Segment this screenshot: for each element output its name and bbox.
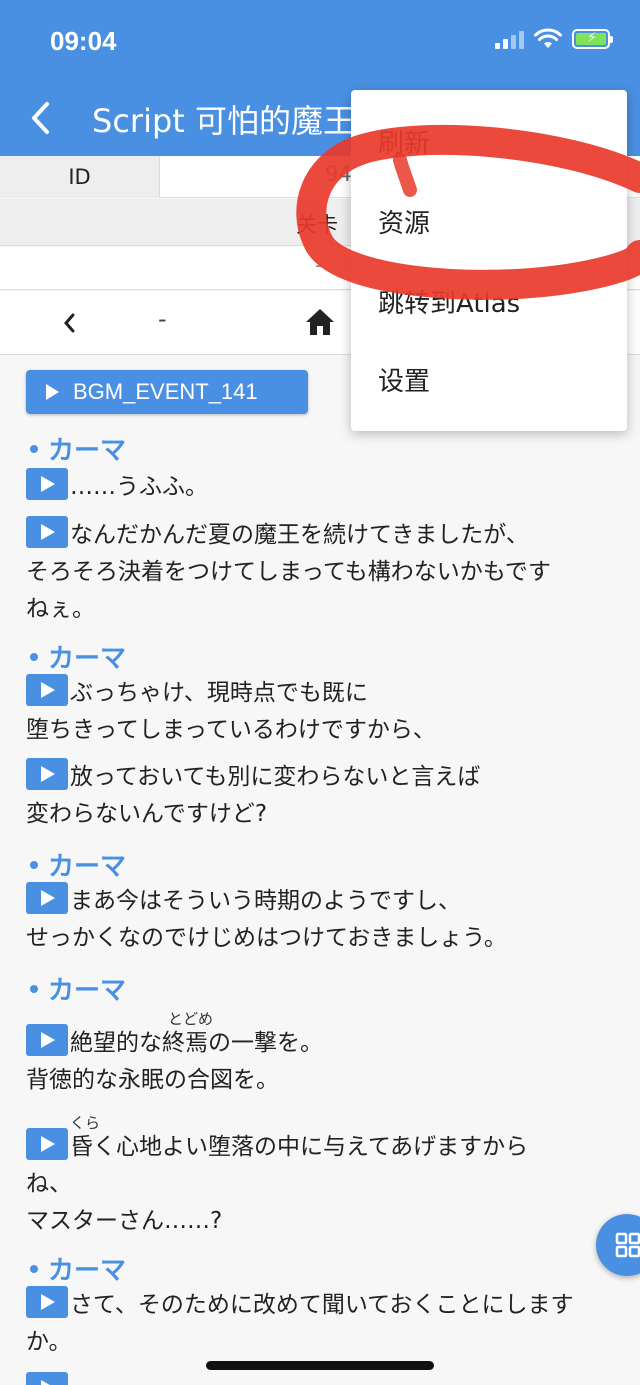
nav-dash: - [158,305,167,333]
dialogue-line: 昏く心地よい堕落の中に与えてあげますから ね、 マスターさん……? [26,1128,626,1240]
play-voice-button[interactable] [26,1286,68,1318]
dialogue-line: なんだかんだ夏の魔王を続けてきましたが、 そろそろ決着をつけてしまっても構わない… [26,516,626,628]
stage-label: 关卡 [296,213,338,237]
play-voice-button[interactable] [26,468,68,500]
speaker-name: カーマ [30,846,126,883]
status-icons: ⚡ [495,28,613,50]
chevron-left-icon [32,102,49,134]
dialogue-line: ぶっちゃけ、現時点でも既に 堕ちきってしまっているわけですから、 [26,674,626,749]
id-value: 94 [325,162,352,186]
speaker-name: カーマ [30,1250,126,1287]
grid-icon [615,1232,640,1258]
play-voice-button[interactable] [26,516,68,548]
dialogue-line: さて、そのために改めて聞いておくことにします か。 [26,1286,626,1361]
speaker-name: カーマ [30,970,126,1007]
dialogue-line: ……うふふ。 [26,468,626,506]
status-time: 09:04 [50,26,117,56]
menu-item-refresh[interactable]: 刷新 [351,102,627,180]
prev-button[interactable] [56,305,82,341]
dialogue-line [26,1372,626,1385]
menu-item-jump-atlas[interactable]: 跳转到Atlas [351,262,627,340]
play-voice-button[interactable] [26,1128,68,1160]
menu-item-settings[interactable]: 设置 [351,340,627,418]
bgm-label: BGM_EVENT_141 [73,379,258,404]
menu-item-resources[interactable]: 资源 [351,182,627,260]
dialogue-line: 放っておいても別に変わらないと言えば 変わらないんですけど? [26,758,626,833]
home-button[interactable] [303,305,337,339]
overflow-menu: 刷新 资源 跳转到Atlas 设置 [351,90,627,431]
page-title: Script 可怕的魔王 [92,102,355,140]
speaker-name: カーマ [30,430,126,467]
speaker-name: カーマ [30,638,126,675]
dialogue-line: 絶望的な終焉の一撃を。 背徳的な永眠の合図を。 [26,1024,626,1099]
play-voice-button[interactable] [26,1024,68,1056]
wifi-icon [534,28,562,48]
play-voice-button[interactable] [26,1372,68,1385]
bgm-button[interactable]: BGM_EVENT_141 [26,370,308,414]
chevron-left-icon [64,313,75,333]
play-voice-button[interactable] [26,758,68,790]
back-button[interactable] [22,98,58,138]
home-icon [306,309,334,335]
battery-icon: ⚡ [572,29,613,49]
home-indicator [206,1361,434,1370]
signal-icon [495,29,524,49]
dialogue-line: まあ今はそういう時期のようですし、 せっかくなのでけじめはつけておきましょう。 [26,882,626,957]
play-icon [46,384,59,400]
script-content: BGM_EVENT_141 カーマ ……うふふ。 なんだかんだ夏の魔王を続けてき… [0,356,640,1385]
stage-value: - [315,253,323,277]
play-voice-button[interactable] [26,882,68,914]
play-voice-button[interactable] [26,674,68,706]
id-label: ID [0,156,160,198]
